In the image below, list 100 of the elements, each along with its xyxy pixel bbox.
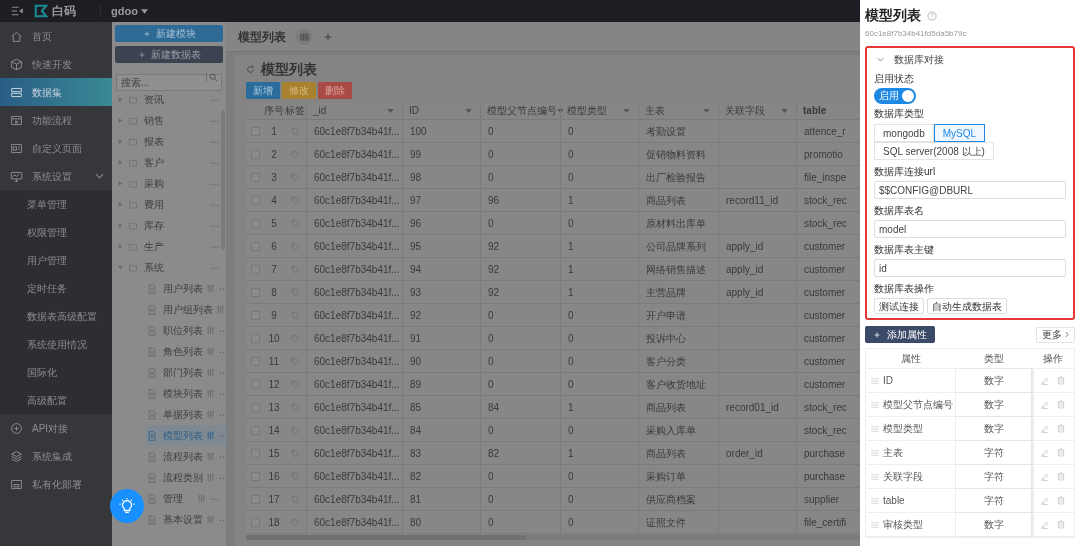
option-button[interactable]: SQL server(2008 以上) (874, 142, 994, 160)
tree-folder[interactable]: 系统 (112, 257, 226, 278)
edit-button[interactable] (1041, 376, 1049, 385)
delete-button[interactable] (1057, 472, 1065, 481)
search-field[interactable]: 搜索... (116, 74, 222, 91)
toggle-switch[interactable]: 启用 (874, 88, 916, 104)
text-field[interactable]: id (874, 259, 1066, 277)
edit-button[interactable] (1041, 472, 1049, 481)
more-icon (209, 265, 220, 270)
table-cell-text: apply_id (726, 285, 764, 300)
column-header[interactable]: 模型父节点编号 (480, 102, 560, 119)
table-cell-text: purchase (804, 446, 846, 461)
delete-button[interactable] (1057, 400, 1065, 409)
tree-item[interactable]: 管理 (146, 488, 226, 509)
workspace-dropdown[interactable]: gdoo (111, 2, 148, 20)
field-label: 数据库表主键 (874, 243, 935, 257)
delete-button[interactable] (1057, 448, 1065, 457)
column-header[interactable]: _id (306, 102, 402, 119)
sidebar-subitem[interactable]: 国际化 (0, 358, 112, 386)
tree-item[interactable]: 职位列表 (146, 320, 226, 341)
tree-folder[interactable]: 采购 (112, 173, 226, 194)
tree-item[interactable]: 流程列表 (146, 446, 226, 467)
tree-item[interactable]: 流程类别 (146, 467, 226, 488)
tree-folder[interactable]: 销售 (112, 110, 226, 131)
sidebar-item[interactable]: 系统集成 (0, 442, 112, 470)
sidebar-subitem[interactable]: 数据表高级配置 (0, 302, 112, 330)
sidebar-subitem[interactable]: 系统使用情况 (0, 330, 112, 358)
column-header[interactable]: 模型类型 (560, 102, 638, 119)
edit-button[interactable] (1041, 448, 1049, 457)
tree-folder[interactable]: 资讯 (112, 89, 226, 110)
table-cell-text: order_id (726, 446, 763, 461)
delete-button[interactable] (1057, 376, 1065, 385)
sidebar-item[interactable]: 首页 (0, 22, 112, 50)
table-cell-text: stock_rec (804, 193, 847, 208)
delete-button[interactable] (1057, 520, 1065, 529)
operation-button[interactable]: 自动生成数据表 (927, 298, 1007, 314)
table-cell-text: 4 (271, 193, 277, 208)
table-cell-text: 供应商档案 (646, 492, 696, 507)
tree-folder[interactable]: 客户 (112, 152, 226, 173)
new-button[interactable]: 新建数据表 (115, 46, 223, 63)
table-cell-text: 60c1e8f7b34b41f... (314, 170, 400, 185)
column-header[interactable]: 主表 (638, 102, 718, 119)
delete-button[interactable] (1057, 496, 1065, 505)
edit-button[interactable] (1041, 496, 1049, 505)
tree-item[interactable]: 角色列表 (146, 341, 226, 362)
tree-folder[interactable]: 费用 (112, 194, 226, 215)
tree-item[interactable]: 基本设置 (146, 509, 226, 530)
sidebar-item[interactable]: 数据集 (0, 78, 112, 106)
sidebar-item[interactable]: API对接 (0, 414, 112, 442)
sidebar-item[interactable]: 快速开发 (0, 50, 112, 78)
column-header[interactable]: 序号 (264, 102, 284, 119)
sidebar-subitem[interactable]: 权限管理 (0, 218, 112, 246)
sidebar-subitem[interactable]: 用户管理 (0, 246, 112, 274)
sliders-icon (206, 431, 215, 440)
sidebar-item[interactable]: 功能流程 (0, 106, 112, 134)
tree-item[interactable]: 部门列表 (146, 362, 226, 383)
field-label: 启用状态 (874, 72, 915, 86)
table-view-button[interactable] (296, 28, 312, 45)
table-cell-text: 0 (568, 170, 574, 185)
action-button[interactable]: 删除 (318, 82, 352, 99)
tree-item[interactable]: 模块列表 (146, 383, 226, 404)
sidebar-subitem[interactable]: 高级配置 (0, 386, 112, 414)
table-cell-text: 商品列表 (646, 400, 686, 415)
table-cell-text: 0 (488, 354, 494, 369)
text-field[interactable]: $$CONFIG@DBURL (874, 181, 1066, 199)
column-header[interactable]: 标签 (284, 102, 306, 119)
delete-button[interactable] (1057, 424, 1065, 433)
edit-button[interactable] (1041, 424, 1049, 433)
tree-folder[interactable]: 生产 (112, 236, 226, 257)
option-button[interactable]: mongodb (874, 124, 934, 142)
sidebar-subitem[interactable]: 菜单管理 (0, 190, 112, 218)
sidebar-subitem[interactable]: 定时任务 (0, 274, 112, 302)
operation-button[interactable]: 测试连接 (874, 298, 924, 314)
table-cell-text: record11_id (726, 193, 779, 208)
sidebar-item[interactable]: 私有化部署 (0, 470, 112, 498)
sidebar-item[interactable]: 自定义页面 (0, 134, 112, 162)
section-header[interactable]: 数据库对接 (874, 52, 1066, 66)
table-cell-text: 98 (410, 170, 422, 185)
table-cell-text: 客户收货地址 (646, 377, 706, 392)
action-button[interactable]: 新增 (246, 82, 280, 99)
tree-folder[interactable]: 库存 (112, 215, 226, 236)
table-cell-text: 证照文件 (646, 515, 686, 530)
tree-item[interactable]: 用户列表 (146, 278, 226, 299)
add-attribute-button[interactable]: 添加属性 (865, 326, 935, 343)
edit-button[interactable] (1041, 400, 1049, 409)
column-header[interactable]: 关联字段 (718, 102, 796, 119)
option-button[interactable]: MySQL (933, 124, 986, 142)
tree-item[interactable]: 模型列表 (146, 425, 226, 446)
trash-icon (1057, 376, 1065, 385)
new-button[interactable]: 新建模块 (115, 25, 223, 42)
tree-folder[interactable]: 报表 (112, 131, 226, 152)
edit-button[interactable] (1041, 520, 1049, 529)
sidebar-item[interactable]: 系统设置 (0, 162, 112, 190)
action-button[interactable]: 修改 (282, 82, 316, 99)
tab[interactable]: 模型列表 (238, 27, 286, 46)
tree-item[interactable]: 用户组列表 (146, 299, 226, 320)
text-field[interactable]: model (874, 220, 1066, 238)
column-header[interactable]: ID (402, 102, 480, 119)
tree-item[interactable]: 单据列表 (146, 404, 226, 425)
more-button[interactable]: 更多 (1036, 326, 1075, 343)
